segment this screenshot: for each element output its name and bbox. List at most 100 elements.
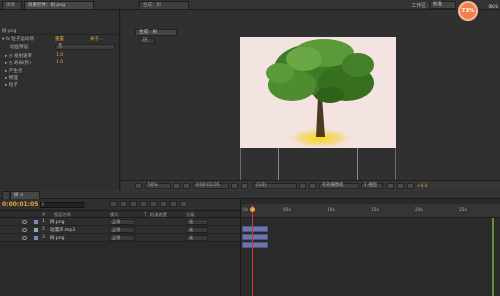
layer-search-input[interactable] — [40, 202, 84, 208]
label-color-swatch[interactable] — [34, 220, 38, 224]
ruler-tick: 10s — [327, 208, 335, 213]
zoom-select[interactable]: 50% — [145, 183, 171, 189]
tab-composition[interactable]: 合成：树 — [139, 1, 189, 9]
property-group[interactable]: ▸ 粒子 — [5, 82, 18, 88]
viewer-toolbar: 50% 0:00:01:05 (1/2) 有效摄像机 1 视图 +0.0 — [121, 180, 500, 190]
time-ruler[interactable]: 0s 05s 10s 15s 20s 25s — [241, 204, 500, 218]
camera-view-select[interactable]: 有效摄像机 — [319, 183, 359, 189]
property-row[interactable]: ▸ ◷ 发射速率 — [5, 53, 32, 59]
workspace-select[interactable]: 标准 — [430, 1, 456, 9]
composition-select[interactable]: 合成：树 — [135, 29, 177, 36]
composition-canvas[interactable] — [240, 37, 396, 148]
layer-row[interactable]: 1 树.png 正常 无 — [0, 218, 240, 226]
effect-name[interactable]: ▾ fx 粒子运动场 — [2, 36, 34, 42]
effect-reset-link[interactable]: 重置 — [55, 36, 64, 42]
brainstorm-icon[interactable] — [170, 201, 177, 207]
timeline-track-area[interactable]: 0s 05s 10s 15s 20s 25s — [240, 199, 500, 296]
effect-controls-panel: 树.png ▾ fx 粒子运动场 重置 关于... 动画预设: 无 ▸ ◷ 发射… — [0, 10, 120, 190]
frame-blend-icon[interactable] — [140, 201, 147, 207]
label-color-swatch[interactable] — [34, 236, 38, 240]
top-bar: 项目 效果控件：树.png 合成：树 工作区: 标准 73% 0K/S 0K/S — [0, 0, 500, 21]
tab-label: 合成：树 — [143, 3, 161, 8]
resolution-select[interactable]: (1/2) — [253, 183, 297, 189]
search-icon: ⚲ — [41, 202, 45, 208]
property-row[interactable]: ▸ ◷ 寿命(秒) — [5, 60, 31, 66]
property-label: 物理 — [8, 76, 18, 81]
timeline-switches — [100, 201, 240, 209]
layer-number: 2 — [42, 227, 45, 232]
speaker-icon[interactable] — [22, 228, 27, 232]
composition-breadcrumb[interactable]: 树 — [139, 38, 155, 44]
always-preview-icon[interactable] — [135, 183, 142, 189]
layer-duration-bar[interactable] — [242, 234, 268, 240]
graph-editor-icon[interactable] — [160, 201, 167, 207]
property-group[interactable]: ▸ 产生点 — [5, 68, 22, 74]
exposure-value[interactable]: +0.0 — [417, 184, 427, 189]
layer-duration-bar[interactable] — [242, 226, 268, 232]
region-icon[interactable] — [299, 183, 306, 189]
cpu-usage-badge: 73% — [458, 1, 478, 21]
layer-number: 1 — [42, 219, 45, 224]
eye-icon[interactable] — [22, 220, 27, 224]
layer-list: 1 树.png 正常 无 2 动漫声.mp3 正常 无 3 树.png 正常 无 — [0, 218, 240, 296]
layer-mode-select[interactable]: 正常 — [109, 235, 135, 241]
layer-mode-select[interactable]: 正常 — [109, 227, 135, 233]
layer-number: 3 — [42, 235, 45, 240]
current-time-indicator[interactable] — [252, 205, 253, 296]
ruler-tick: 20s — [415, 208, 423, 213]
comp-mini-flowchart-icon[interactable] — [110, 201, 117, 207]
tab-label: 效果控件：树.png — [28, 3, 65, 8]
label-color-swatch[interactable] — [34, 228, 38, 232]
layer-duration-bar[interactable] — [242, 242, 268, 248]
toggle-icon[interactable] — [387, 183, 394, 189]
channel-icon[interactable] — [241, 183, 248, 189]
draft-3d-icon[interactable] — [120, 201, 127, 207]
transparency-icon[interactable] — [309, 183, 316, 189]
ruler-tick: 15s — [371, 208, 379, 213]
canvas-guides — [240, 148, 396, 181]
timeline-tabs: 树 × — [0, 190, 500, 199]
property-label: 粒子 — [8, 83, 18, 88]
anim-preset-label: 动画预设: — [10, 45, 30, 50]
layer-row[interactable]: 2 动漫声.mp3 正常 无 — [0, 226, 240, 234]
timeline-timecode[interactable]: 0:00:01:05 — [2, 201, 38, 208]
mask-icon[interactable] — [183, 183, 190, 189]
tab-project[interactable]: 项目 — [2, 1, 22, 9]
tab-timeline[interactable]: 树 × — [10, 191, 40, 199]
effect-about-link[interactable]: 关于... — [90, 36, 103, 42]
shy-icon[interactable] — [130, 201, 137, 207]
tree-image — [266, 39, 374, 148]
layer-parent-select[interactable]: 无 — [186, 235, 208, 241]
property-value[interactable]: 1.0 — [56, 60, 63, 65]
work-area-end-marker[interactable] — [492, 218, 494, 296]
viewer-timecode[interactable]: 0:00:01:05 — [193, 183, 229, 189]
ruler-tick: 25s — [459, 208, 467, 213]
grid-icon[interactable] — [173, 183, 180, 189]
motion-blur-icon[interactable] — [150, 201, 157, 207]
flowchart-icon[interactable] — [397, 183, 404, 189]
layer-name[interactable]: 树.png — [50, 219, 65, 225]
fast-preview-icon[interactable] — [407, 183, 414, 189]
layer-parent-select[interactable]: 无 — [186, 227, 208, 233]
layer-row[interactable]: 3 树.png 正常 无 — [0, 234, 240, 242]
views-select[interactable]: 1 视图 — [361, 183, 383, 189]
divider — [0, 34, 120, 35]
layer-name[interactable]: 树.png — [50, 235, 65, 241]
layer-mode-select[interactable]: 正常 — [109, 219, 135, 225]
playhead-handle[interactable] — [250, 207, 255, 212]
keyframe-icon[interactable] — [180, 201, 187, 207]
upload-speed: 0K/S — [488, 4, 498, 9]
property-group[interactable]: ▸ 物理 — [5, 75, 18, 81]
tab-label: 项目 — [6, 3, 15, 8]
guide-line — [357, 148, 358, 181]
tab-effect-controls[interactable]: 效果控件：树.png — [24, 1, 94, 9]
workspace-label: 工作区: — [411, 3, 428, 9]
property-value[interactable]: 1.0 — [56, 53, 63, 58]
tab-label: 树 — [14, 193, 19, 198]
layer-parent-select[interactable]: 无 — [186, 219, 208, 225]
layer-name[interactable]: 动漫声.mp3 — [50, 227, 75, 233]
anim-preset-select[interactable]: 无 — [55, 44, 115, 50]
camera-icon[interactable] — [231, 183, 238, 189]
eye-icon[interactable] — [22, 236, 27, 240]
render-queue-icon[interactable] — [2, 191, 10, 199]
